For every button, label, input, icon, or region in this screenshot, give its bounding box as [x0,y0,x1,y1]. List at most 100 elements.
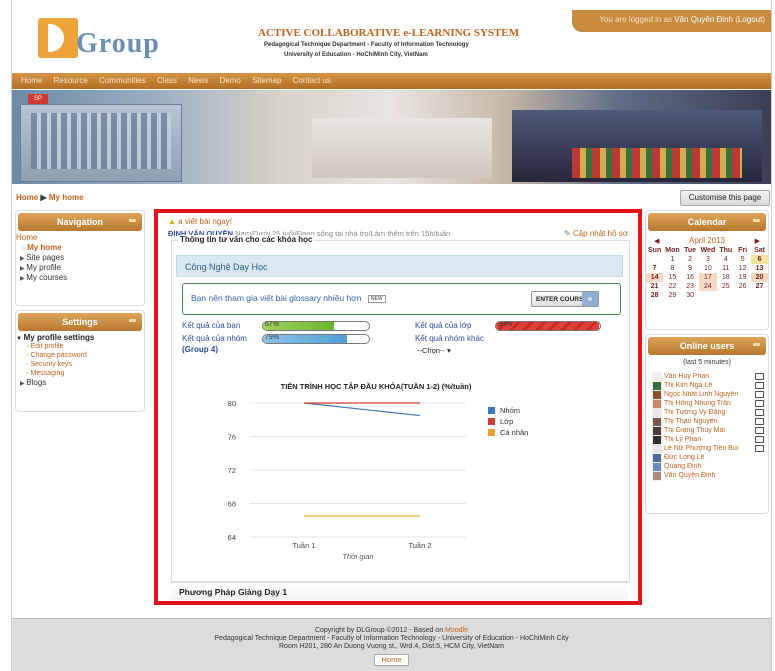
online-user-name[interactable]: Thị Kim Nga Lê [664,382,753,389]
calendar-day[interactable]: 20 [751,273,768,282]
profile-settings-heading[interactable]: My profile settings [16,333,144,342]
online-user-name[interactable]: Thị Ly Phan [664,436,753,443]
nav-class[interactable]: Class [157,76,177,85]
collapse-icon[interactable] [129,219,136,222]
online-user-item[interactable]: Văn Huy Phan [652,371,764,382]
online-user-item[interactable]: Lê Nữ Phượng Tiên Bùi [652,443,764,454]
nav-demo[interactable]: Demo [219,76,240,85]
calendar-day[interactable]: 15 [663,273,681,282]
nav-communities[interactable]: Communities [99,76,146,85]
envelope-icon[interactable] [755,391,764,398]
nav-tree-my-courses[interactable]: My courses [16,273,144,282]
envelope-icon[interactable] [755,409,764,416]
online-user-name[interactable]: Quang Đinh [664,463,764,470]
online-user-item[interactable]: Thị Ly Phan [652,434,764,445]
envelope-icon[interactable] [755,400,764,407]
calendar-day[interactable]: 6 [751,255,768,264]
calendar-day[interactable]: 23 [682,282,699,291]
logout-link[interactable]: Logout [738,15,762,24]
calendar-day[interactable]: 9 [682,264,699,273]
envelope-icon[interactable] [755,445,764,452]
calendar-day[interactable]: 8 [663,264,681,273]
enter-course-button[interactable]: ENTER COURSE » [531,291,599,307]
online-user-item[interactable]: Thị Hồng Nhung Trần [652,398,764,409]
nav-tree-home[interactable]: Home [16,233,144,242]
calendar-day[interactable]: 16 [682,273,699,282]
course-header[interactable]: Công Nghệ Dạy Học [176,255,623,277]
collapse-icon[interactable] [129,319,136,322]
settings-edit-profile[interactable]: Edit profile [16,342,144,351]
online-user-name[interactable]: Thị Giang Thùy Mai [664,427,753,434]
online-user-item[interactable]: Thị Giang Thùy Mai [652,425,764,436]
breadcrumb-home[interactable]: Home [16,193,38,202]
settings-security-keys[interactable]: Security keys [16,360,144,369]
settings-change-password[interactable]: Change password [16,351,144,360]
nav-contact[interactable]: Contact us [293,76,331,85]
calendar-day[interactable]: 19 [734,273,751,282]
calendar-day[interactable]: 30 [682,291,699,300]
calendar-day[interactable]: 3 [699,255,718,264]
calendar-day[interactable]: 18 [717,273,734,282]
calendar-day[interactable]: 29 [663,291,681,300]
calendar-day[interactable]: 12 [734,264,751,273]
online-user-item[interactable]: Thị Tường Vy Đặng [652,407,764,418]
calendar-day[interactable]: 5 [734,255,751,264]
nav-news[interactable]: News [188,76,208,85]
update-profile-link[interactable]: ✎ Cập nhật hồ sơ [564,229,628,238]
online-user-item[interactable]: Ngọc Nhất Linh Nguyễn [652,389,764,400]
nav-tree-my-profile[interactable]: My profile [16,263,144,272]
calendar-day[interactable]: 22 [663,282,681,291]
envelope-icon[interactable] [755,373,764,380]
nav-tree-site-pages[interactable]: Site pages [16,253,144,262]
calendar-day[interactable]: 10 [699,264,718,273]
logged-user-link[interactable]: Văn Quyền Đinh [674,15,733,24]
settings-blogs[interactable]: Blogs [16,378,144,387]
calendar-day[interactable]: 17 [698,273,718,282]
envelope-icon[interactable] [755,418,764,425]
prev-month-icon[interactable]: ◀ [654,237,659,245]
calendar-day[interactable]: 14 [646,273,664,282]
envelope-icon[interactable] [755,382,764,389]
collapse-icon[interactable] [753,219,760,222]
calendar-day[interactable]: 7 [646,264,663,273]
online-user-name[interactable]: Thị Hồng Nhung Trần [664,400,753,407]
online-user-name[interactable]: Văn Huy Phan [664,373,753,380]
customise-page-button[interactable]: Customise this page [680,190,770,206]
calendar-day[interactable]: 26 [734,282,751,291]
other-group-select[interactable]: --Chọn-- ▾ [417,346,451,355]
calendar-day[interactable]: 21 [646,282,663,291]
calendar-day[interactable]: 4 [717,255,734,264]
online-user-name[interactable]: Đức Long Lê [664,454,764,461]
calendar-day[interactable]: 11 [717,264,734,273]
envelope-icon[interactable] [755,427,764,434]
envelope-icon[interactable] [755,436,764,443]
site-logo[interactable]: Group [38,18,198,60]
online-user-item[interactable]: Văn Quyền Đinh [652,470,764,481]
nav-home[interactable]: Home [21,76,42,85]
calendar-day[interactable]: 28 [646,291,663,300]
collapse-icon[interactable] [753,343,760,346]
calendar-day[interactable]: 27 [751,282,768,291]
online-user-name[interactable]: Thị Tường Vy Đặng [664,409,753,416]
calendar-month[interactable]: April 2013 [689,236,725,245]
nav-resource[interactable]: Resource [54,76,88,85]
calendar-day[interactable]: 1 [663,255,681,264]
alert-link[interactable]: a viết bài ngay! [178,217,232,226]
online-user-name[interactable]: Thị Thảo Nguyễn [664,418,753,425]
settings-messaging[interactable]: Messaging [16,369,144,378]
course-section-2-header[interactable]: Phương Pháp Giảng Dạy 1 [171,582,628,600]
calendar-day[interactable]: 2 [682,255,699,264]
online-user-item[interactable]: Thị Kim Nga Lê [652,380,764,391]
calendar-day[interactable]: 25 [717,282,734,291]
nav-tree-my-home[interactable]: My home [16,243,144,252]
online-user-name[interactable]: Ngọc Nhất Linh Nguyễn [664,391,753,398]
online-user-name[interactable]: Lê Nữ Phượng Tiên Bùi [664,445,753,452]
next-month-icon[interactable]: ▶ [755,237,760,245]
moodle-link[interactable]: Moodle [445,627,468,634]
group-name[interactable]: (Group 4) [182,345,218,354]
nav-sitemap[interactable]: Sitemap [252,76,281,85]
online-user-item[interactable]: Thị Thảo Nguyễn [652,416,764,427]
calendar-day[interactable]: 24 [698,282,718,291]
online-user-name[interactable]: Văn Quyền Đinh [664,472,764,479]
footer-home-button[interactable]: Home [374,654,409,666]
